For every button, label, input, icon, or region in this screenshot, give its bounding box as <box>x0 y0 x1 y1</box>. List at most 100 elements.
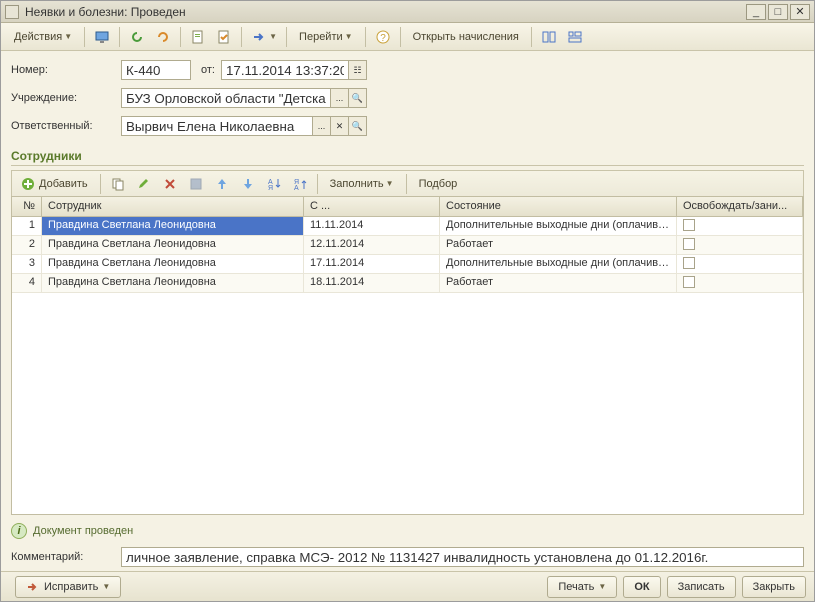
add-row-button[interactable]: Добавить <box>14 173 95 195</box>
toolbar-separator <box>286 27 287 47</box>
edit-row-button[interactable] <box>132 173 156 195</box>
svg-text:Я: Я <box>268 185 273 192</box>
resp-open-button[interactable]: 🔍 <box>349 116 367 136</box>
ok-button[interactable]: ОК <box>623 576 660 598</box>
close-window-button[interactable]: ✕ <box>790 4 810 20</box>
cell-state: Дополнительные выходные дни (оплачивае..… <box>440 255 677 273</box>
toolbar-separator <box>84 27 85 47</box>
toolbar-separator <box>365 27 366 47</box>
content-area: Номер: от: ☷ Учреждение: ... 🔍 Ответстве… <box>1 51 814 571</box>
cell-free <box>677 236 803 254</box>
table-row[interactable]: 1 Правдина Светлана Леонидовна 11.11.201… <box>12 217 803 236</box>
table-row[interactable]: 3 Правдина Светлана Леонидовна 17.11.201… <box>12 255 803 274</box>
copy-row-button[interactable] <box>106 173 130 195</box>
post-icon <box>216 29 232 45</box>
checkbox-icon[interactable] <box>683 219 695 231</box>
selection-label: Подбор <box>419 178 458 190</box>
cell-n: 4 <box>12 274 42 292</box>
employees-section-title: Сотрудники <box>11 149 804 163</box>
chevron-down-icon: ▼ <box>64 32 72 41</box>
selection-button[interactable]: Подбор <box>412 173 465 195</box>
col-free-header[interactable]: Освобождать/зани... <box>677 197 803 216</box>
fix-button[interactable]: Исправить ▼ <box>15 576 121 598</box>
main-toolbar: Действия ▼ ▼ Перейти ▼ <box>1 23 814 51</box>
doc-new-button[interactable] <box>186 26 210 48</box>
cell-state: Работает <box>440 274 677 292</box>
info-icon: i <box>11 523 27 539</box>
resp-ellipsis-button[interactable]: ... <box>313 116 331 136</box>
window-icon <box>5 5 19 19</box>
comment-label: Комментарий: <box>11 551 121 563</box>
col-n-header[interactable]: № <box>12 197 42 216</box>
resp-field[interactable] <box>121 116 313 136</box>
checkbox-icon[interactable] <box>683 238 695 250</box>
goto-menu[interactable]: Перейти ▼ <box>292 26 360 48</box>
org-field[interactable] <box>121 88 331 108</box>
comment-row: Комментарий: <box>11 547 804 567</box>
add-label: Добавить <box>39 178 88 190</box>
monitor-icon <box>94 29 110 45</box>
toolbar-separator <box>100 174 101 194</box>
move-up-button[interactable] <box>210 173 234 195</box>
checkbox-icon[interactable] <box>683 257 695 269</box>
org-ellipsis-button[interactable]: ... <box>331 88 349 108</box>
refresh-icon <box>129 29 145 45</box>
svg-text:А: А <box>294 185 299 192</box>
layout-2-button[interactable] <box>563 26 587 48</box>
save-row-button[interactable] <box>184 173 208 195</box>
footer: Исправить ▼ Печать ▼ ОК Записать Закрыть <box>1 571 814 601</box>
table-row[interactable]: 2 Правдина Светлана Леонидовна 12.11.201… <box>12 236 803 255</box>
print-label: Печать <box>558 581 594 593</box>
fill-menu[interactable]: Заполнить ▼ <box>323 173 401 195</box>
sort-asc-button[interactable]: АЯ <box>262 173 286 195</box>
cell-date: 11.11.2014 <box>304 217 440 235</box>
comment-field[interactable] <box>121 547 804 567</box>
cell-n: 1 <box>12 217 42 235</box>
document-icon <box>190 29 206 45</box>
cell-employee: Правдина Светлана Леонидовна <box>42 217 304 235</box>
refresh-green-button[interactable] <box>125 26 149 48</box>
actions-menu[interactable]: Действия ▼ <box>7 26 79 48</box>
link-button[interactable]: ▼ <box>247 26 281 48</box>
close-button[interactable]: Закрыть <box>742 576 806 598</box>
layout-icon <box>541 29 557 45</box>
refresh-orange-button[interactable] <box>151 26 175 48</box>
doc-post-button[interactable] <box>212 26 236 48</box>
delete-row-button[interactable] <box>158 173 182 195</box>
print-button[interactable]: Печать ▼ <box>547 576 617 598</box>
toolbar-separator <box>406 174 407 194</box>
toolbar-separator <box>531 27 532 47</box>
col-employee-header[interactable]: Сотрудник <box>42 197 304 216</box>
cell-n: 2 <box>12 236 42 254</box>
resp-clear-button[interactable]: ✕ <box>331 116 349 136</box>
magnifier-icon: 🔍 <box>352 93 363 104</box>
col-date-header[interactable]: С ... <box>304 197 440 216</box>
maximize-button[interactable]: □ <box>768 4 788 20</box>
monitor-icon-button[interactable] <box>90 26 114 48</box>
move-down-button[interactable] <box>236 173 260 195</box>
fix-label: Исправить <box>44 581 98 593</box>
date-picker-button[interactable]: ☷ <box>349 60 367 80</box>
col-state-header[interactable]: Состояние <box>440 197 677 216</box>
open-calculations-button[interactable]: Открыть начисления <box>406 26 526 48</box>
toolbar-separator <box>317 174 318 194</box>
minimize-button[interactable]: _ <box>746 4 766 20</box>
resp-label: Ответственный: <box>11 120 121 132</box>
save-button[interactable]: Записать <box>667 576 736 598</box>
svg-text:?: ? <box>380 33 386 44</box>
table-row[interactable]: 4 Правдина Светлана Леонидовна 18.11.201… <box>12 274 803 293</box>
org-open-button[interactable]: 🔍 <box>349 88 367 108</box>
number-field[interactable] <box>121 60 191 80</box>
plus-circle-icon <box>21 177 35 191</box>
sort-desc-button[interactable]: ЯА <box>288 173 312 195</box>
date-field[interactable] <box>221 60 349 80</box>
cell-date: 17.11.2014 <box>304 255 440 273</box>
help-button[interactable]: ? <box>371 26 395 48</box>
save-label: Записать <box>678 581 725 593</box>
checkbox-icon[interactable] <box>683 276 695 288</box>
grid-body[interactable]: 1 Правдина Светлана Леонидовна 11.11.201… <box>12 217 803 514</box>
cell-employee: Правдина Светлана Леонидовна <box>42 274 304 292</box>
table-toolbar: Добавить АЯ <box>11 170 804 196</box>
layout-1-button[interactable] <box>537 26 561 48</box>
ok-label: ОК <box>634 581 649 593</box>
